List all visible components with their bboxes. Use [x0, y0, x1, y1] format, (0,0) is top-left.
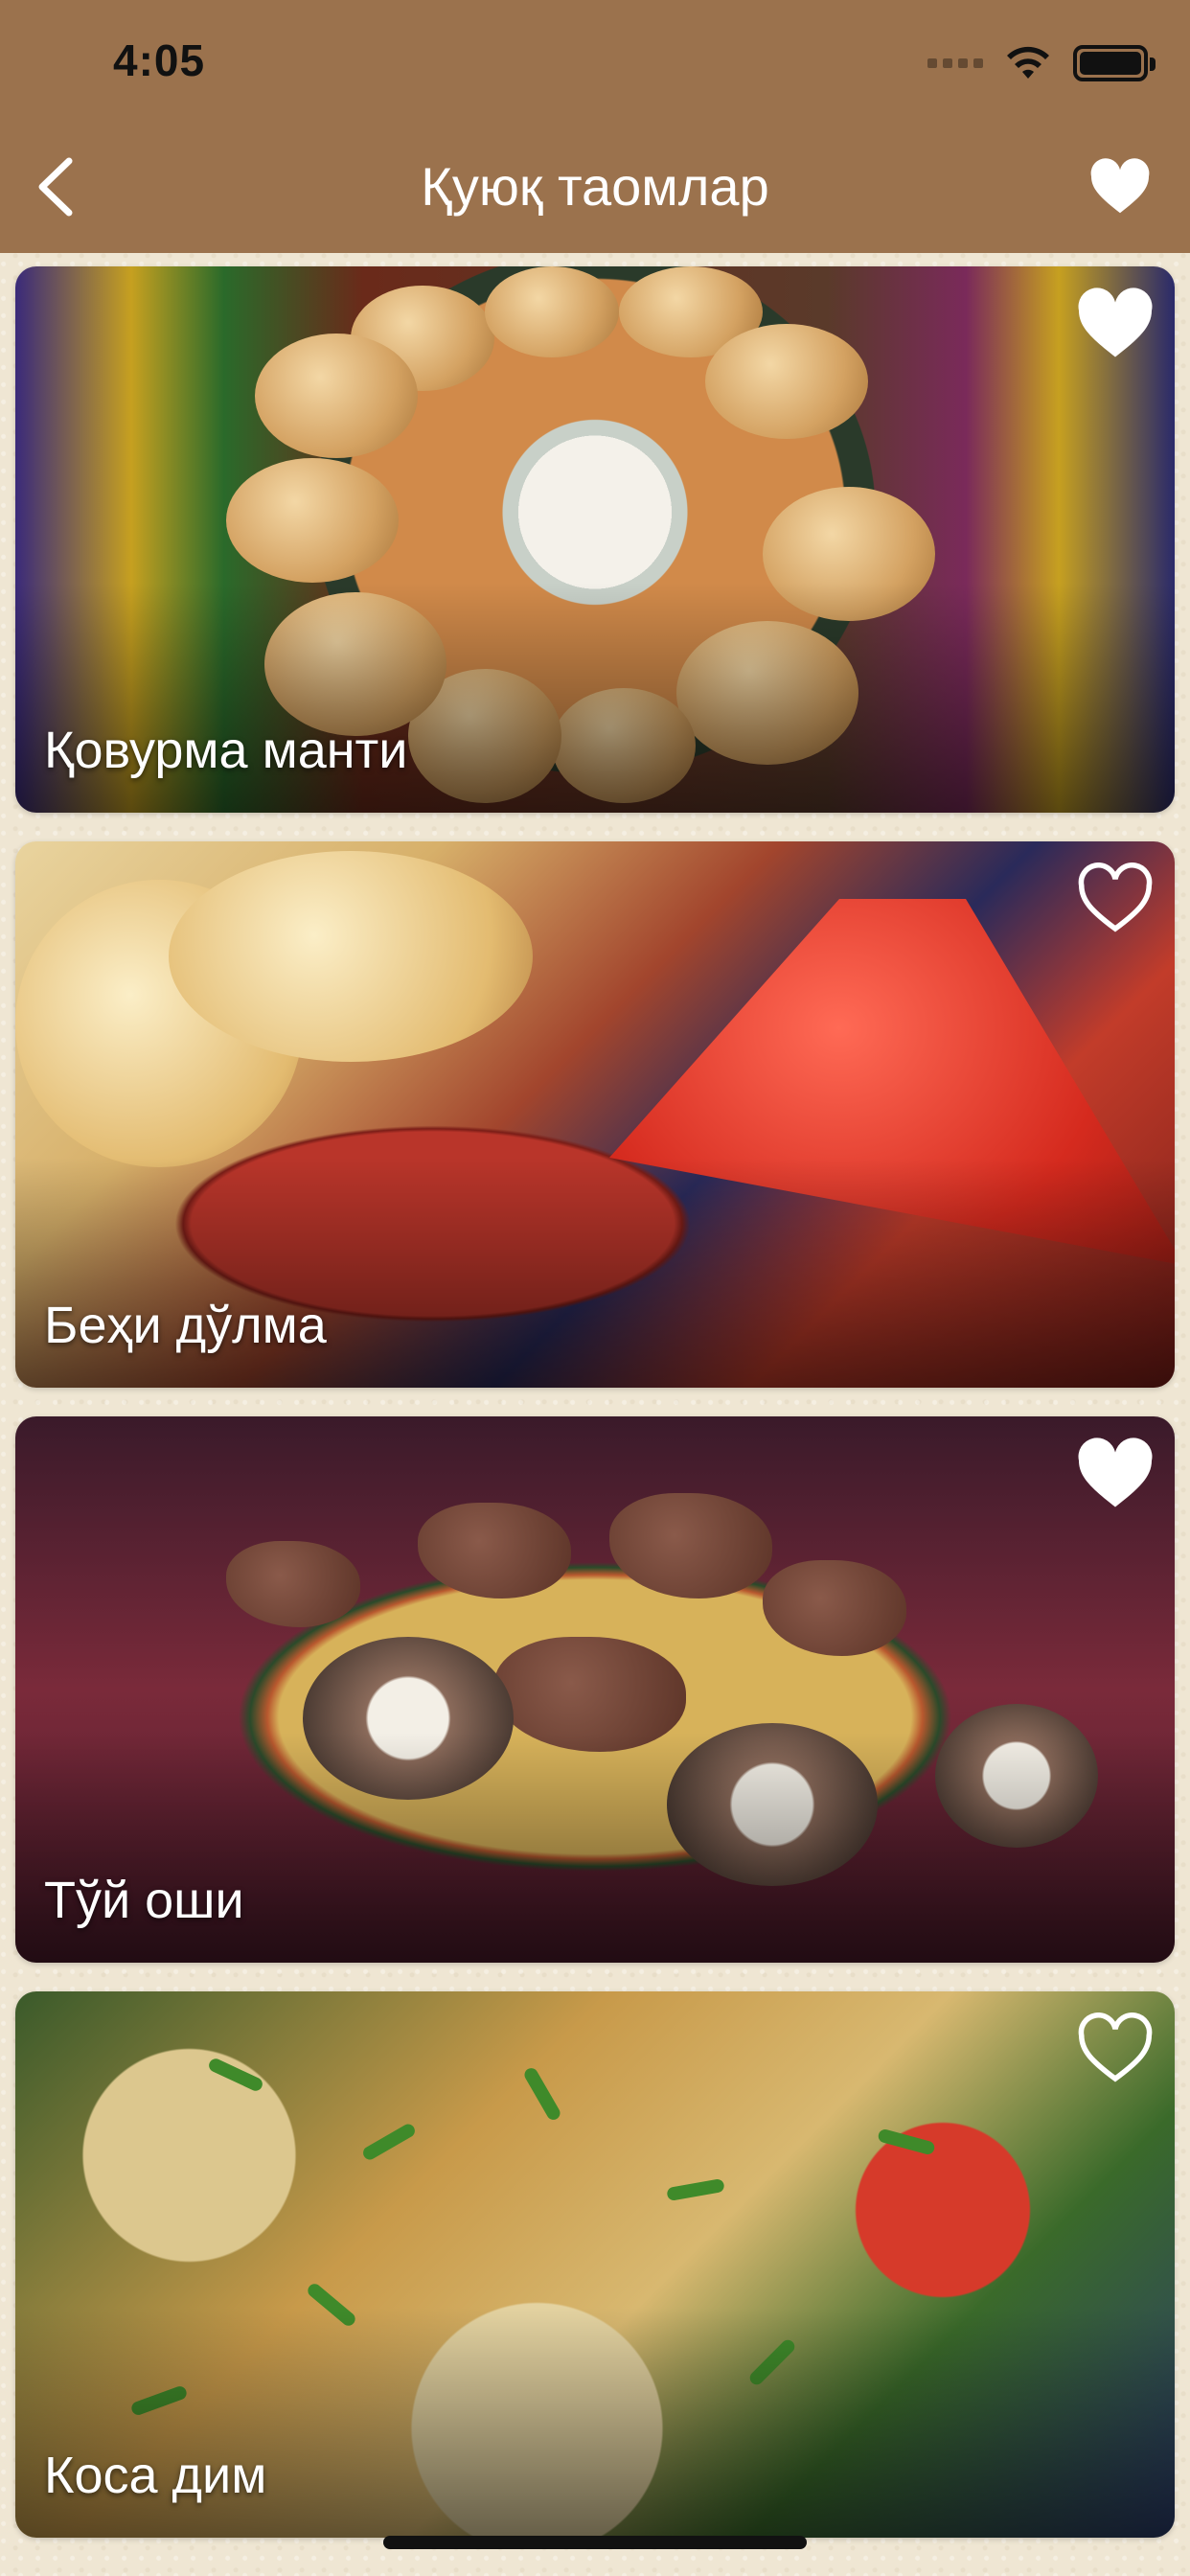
- favorites-heart-icon[interactable]: [1088, 158, 1152, 216]
- status-time: 4:05: [113, 35, 206, 85]
- heart-filled-icon[interactable]: [1075, 1438, 1156, 1510]
- battery-icon: [1073, 45, 1156, 81]
- recipe-card[interactable]: Коса дим: [15, 1991, 1175, 2538]
- recipe-card[interactable]: Тўй оши: [15, 1416, 1175, 1963]
- recipe-title: Қовурма манти: [44, 722, 408, 779]
- recipe-title: Тўй оши: [44, 1872, 244, 1929]
- heart-filled-icon[interactable]: [1075, 288, 1156, 360]
- wifi-icon: [1007, 46, 1049, 79]
- recipe-title: Беҳи дўлма: [44, 1297, 327, 1354]
- heart-outline-icon[interactable]: [1075, 862, 1156, 935]
- recipe-list: Қовурма манти Беҳи дўлма Тўй оши Коса ди…: [15, 266, 1175, 2566]
- recipe-card[interactable]: Беҳи дўлма: [15, 841, 1175, 1388]
- recipe-title: Коса дим: [44, 2447, 267, 2504]
- cellular-signal-icon: [927, 58, 983, 68]
- home-indicator[interactable]: [383, 2536, 807, 2549]
- recipe-card[interactable]: Қовурма манти: [15, 266, 1175, 813]
- nav-bar: 4:05 Қуюқ таомлар: [0, 0, 1190, 253]
- page-title: Қуюқ таомлар: [421, 156, 769, 217]
- heart-outline-icon[interactable]: [1075, 2012, 1156, 2085]
- status-icons: [927, 42, 1156, 84]
